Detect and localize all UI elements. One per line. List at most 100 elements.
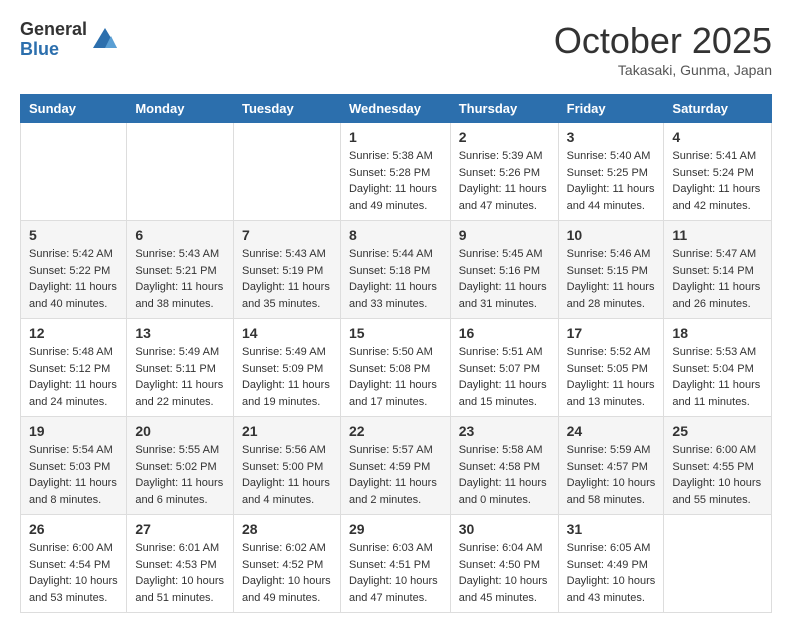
calendar-cell: 23 Sunrise: 5:58 AMSunset: 4:58 PMDayligh… (450, 417, 558, 515)
calendar-cell: 7 Sunrise: 5:43 AMSunset: 5:19 PMDaylight… (233, 221, 340, 319)
calendar-cell: 18 Sunrise: 5:53 AMSunset: 5:04 PMDayligh… (664, 319, 772, 417)
calendar-cell: 31 Sunrise: 6:05 AMSunset: 4:49 PMDayligh… (558, 515, 664, 613)
calendar-cell: 22Sunrise: 5:57 AMSunset: 4:59 PMDayligh… (340, 417, 450, 515)
day-number: 16 (459, 325, 550, 341)
day-number: 4 (672, 129, 763, 145)
col-header-wednesday: Wednesday (340, 95, 450, 123)
page-header: General Blue October 2025 Takasaki, Gunm… (20, 20, 772, 78)
calendar-cell: 12 Sunrise: 5:48 AMSunset: 5:12 PMDayligh… (21, 319, 127, 417)
day-info: Sunrise: 5:51 AMSunset: 5:07 PMDaylight:… (459, 344, 550, 410)
day-info: Sunrise: 5:56 AMSunset: 5:00 PMDaylight:… (242, 442, 332, 508)
calendar-cell: 16 Sunrise: 5:51 AMSunset: 5:07 PMDayligh… (450, 319, 558, 417)
calendar-cell (127, 123, 234, 221)
day-info: Sunrise: 5:42 AMSunset: 5:22 PMDaylight:… (29, 246, 118, 312)
calendar-cell: 28 Sunrise: 6:02 AMSunset: 4:52 PMDayligh… (233, 515, 340, 613)
day-number: 14 (242, 325, 332, 341)
calendar-cell: 11 Sunrise: 5:47 AMSunset: 5:14 PMDayligh… (664, 221, 772, 319)
day-number: 6 (135, 227, 225, 243)
day-number: 9 (459, 227, 550, 243)
day-info: Sunrise: 5:39 AMSunset: 5:26 PMDaylight:… (459, 148, 550, 214)
day-number: 26 (29, 521, 118, 537)
day-info: Sunrise: 5:59 AMSunset: 4:57 PMDaylight:… (567, 442, 656, 508)
day-info: Sunrise: 5:48 AMSunset: 5:12 PMDaylight:… (29, 344, 118, 410)
day-info: Sunrise: 5:53 AMSunset: 5:04 PMDaylight:… (672, 344, 763, 410)
calendar-week-row: 5 Sunrise: 5:42 AMSunset: 5:22 PMDaylight… (21, 221, 772, 319)
day-number: 22 (349, 423, 442, 439)
day-info: Sunrise: 5:46 AMSunset: 5:15 PMDaylight:… (567, 246, 656, 312)
day-info: Sunrise: 5:38 AMSunset: 5:28 PMDaylight:… (349, 148, 442, 214)
calendar-week-row: 1 Sunrise: 5:38 AMSunset: 5:28 PMDaylight… (21, 123, 772, 221)
col-header-tuesday: Tuesday (233, 95, 340, 123)
day-number: 20 (135, 423, 225, 439)
calendar-week-row: 12 Sunrise: 5:48 AMSunset: 5:12 PMDayligh… (21, 319, 772, 417)
calendar-cell (233, 123, 340, 221)
day-number: 15 (349, 325, 442, 341)
day-info: Sunrise: 5:47 AMSunset: 5:14 PMDaylight:… (672, 246, 763, 312)
day-info: Sunrise: 5:49 AMSunset: 5:09 PMDaylight:… (242, 344, 332, 410)
day-info: Sunrise: 6:02 AMSunset: 4:52 PMDaylight:… (242, 540, 332, 606)
calendar-cell: 3Sunrise: 5:40 AMSunset: 5:25 PMDaylight… (558, 123, 664, 221)
day-info: Sunrise: 6:04 AMSunset: 4:50 PMDaylight:… (459, 540, 550, 606)
col-header-saturday: Saturday (664, 95, 772, 123)
day-info: Sunrise: 6:01 AMSunset: 4:53 PMDaylight:… (135, 540, 225, 606)
calendar-cell: 30 Sunrise: 6:04 AMSunset: 4:50 PMDayligh… (450, 515, 558, 613)
calendar-cell: 5 Sunrise: 5:42 AMSunset: 5:22 PMDaylight… (21, 221, 127, 319)
calendar-cell: 15 Sunrise: 5:50 AMSunset: 5:08 PMDayligh… (340, 319, 450, 417)
calendar-cell: 21Sunrise: 5:56 AMSunset: 5:00 PMDayligh… (233, 417, 340, 515)
day-number: 5 (29, 227, 118, 243)
day-info: Sunrise: 5:58 AMSunset: 4:58 PMDaylight:… (459, 442, 550, 508)
day-info: Sunrise: 5:43 AMSunset: 5:19 PMDaylight:… (242, 246, 332, 312)
day-info: Sunrise: 6:03 AMSunset: 4:51 PMDaylight:… (349, 540, 442, 606)
logo-blue-text: Blue (20, 40, 87, 60)
day-info: Sunrise: 5:49 AMSunset: 5:11 PMDaylight:… (135, 344, 225, 410)
day-number: 2 (459, 129, 550, 145)
day-number: 19 (29, 423, 118, 439)
day-number: 24 (567, 423, 656, 439)
calendar-cell: 24 Sunrise: 5:59 AMSunset: 4:57 PMDayligh… (558, 417, 664, 515)
calendar-cell: 2 Sunrise: 5:39 AMSunset: 5:26 PMDaylight… (450, 123, 558, 221)
day-info: Sunrise: 5:55 AMSunset: 5:02 PMDaylight:… (135, 442, 225, 508)
day-number: 29 (349, 521, 442, 537)
day-number: 12 (29, 325, 118, 341)
calendar-cell: 20 Sunrise: 5:55 AMSunset: 5:02 PMDayligh… (127, 417, 234, 515)
day-number: 23 (459, 423, 550, 439)
calendar-cell: 4 Sunrise: 5:41 AMSunset: 5:24 PMDaylight… (664, 123, 772, 221)
day-info: Sunrise: 5:52 AMSunset: 5:05 PMDaylight:… (567, 344, 656, 410)
day-info: Sunrise: 5:45 AMSunset: 5:16 PMDaylight:… (459, 246, 550, 312)
calendar-cell: 10Sunrise: 5:46 AMSunset: 5:15 PMDayligh… (558, 221, 664, 319)
calendar-week-row: 19 Sunrise: 5:54 AMSunset: 5:03 PMDayligh… (21, 417, 772, 515)
day-number: 11 (672, 227, 763, 243)
calendar-table: SundayMondayTuesdayWednesdayThursdayFrid… (20, 94, 772, 613)
month-title: October 2025 (554, 20, 772, 62)
day-number: 17 (567, 325, 656, 341)
calendar-cell: 29 Sunrise: 6:03 AMSunset: 4:51 PMDayligh… (340, 515, 450, 613)
day-number: 1 (349, 129, 442, 145)
day-number: 27 (135, 521, 225, 537)
day-info: Sunrise: 5:40 AMSunset: 5:25 PMDaylight:… (567, 148, 656, 214)
day-info: Sunrise: 6:00 AMSunset: 4:55 PMDaylight:… (672, 442, 763, 508)
day-info: Sunrise: 5:41 AMSunset: 5:24 PMDaylight:… (672, 148, 763, 214)
calendar-header-row: SundayMondayTuesdayWednesdayThursdayFrid… (21, 95, 772, 123)
day-info: Sunrise: 6:00 AMSunset: 4:54 PMDaylight:… (29, 540, 118, 606)
day-number: 7 (242, 227, 332, 243)
col-header-sunday: Sunday (21, 95, 127, 123)
calendar-cell: 27 Sunrise: 6:01 AMSunset: 4:53 PMDayligh… (127, 515, 234, 613)
calendar-cell: 13 Sunrise: 5:49 AMSunset: 5:11 PMDayligh… (127, 319, 234, 417)
calendar-cell (664, 515, 772, 613)
day-number: 18 (672, 325, 763, 341)
calendar-week-row: 26 Sunrise: 6:00 AMSunset: 4:54 PMDayligh… (21, 515, 772, 613)
title-block: October 2025 Takasaki, Gunma, Japan (554, 20, 772, 78)
day-number: 30 (459, 521, 550, 537)
calendar-cell: 19 Sunrise: 5:54 AMSunset: 5:03 PMDayligh… (21, 417, 127, 515)
day-info: Sunrise: 6:05 AMSunset: 4:49 PMDaylight:… (567, 540, 656, 606)
day-number: 28 (242, 521, 332, 537)
col-header-monday: Monday (127, 95, 234, 123)
day-info: Sunrise: 5:50 AMSunset: 5:08 PMDaylight:… (349, 344, 442, 410)
day-number: 31 (567, 521, 656, 537)
calendar-cell: 8Sunrise: 5:44 AMSunset: 5:18 PMDaylight… (340, 221, 450, 319)
day-info: Sunrise: 5:54 AMSunset: 5:03 PMDaylight:… (29, 442, 118, 508)
day-number: 8 (349, 227, 442, 243)
calendar-cell: 25Sunrise: 6:00 AMSunset: 4:55 PMDayligh… (664, 417, 772, 515)
calendar-cell: 6Sunrise: 5:43 AMSunset: 5:21 PMDaylight… (127, 221, 234, 319)
day-number: 13 (135, 325, 225, 341)
